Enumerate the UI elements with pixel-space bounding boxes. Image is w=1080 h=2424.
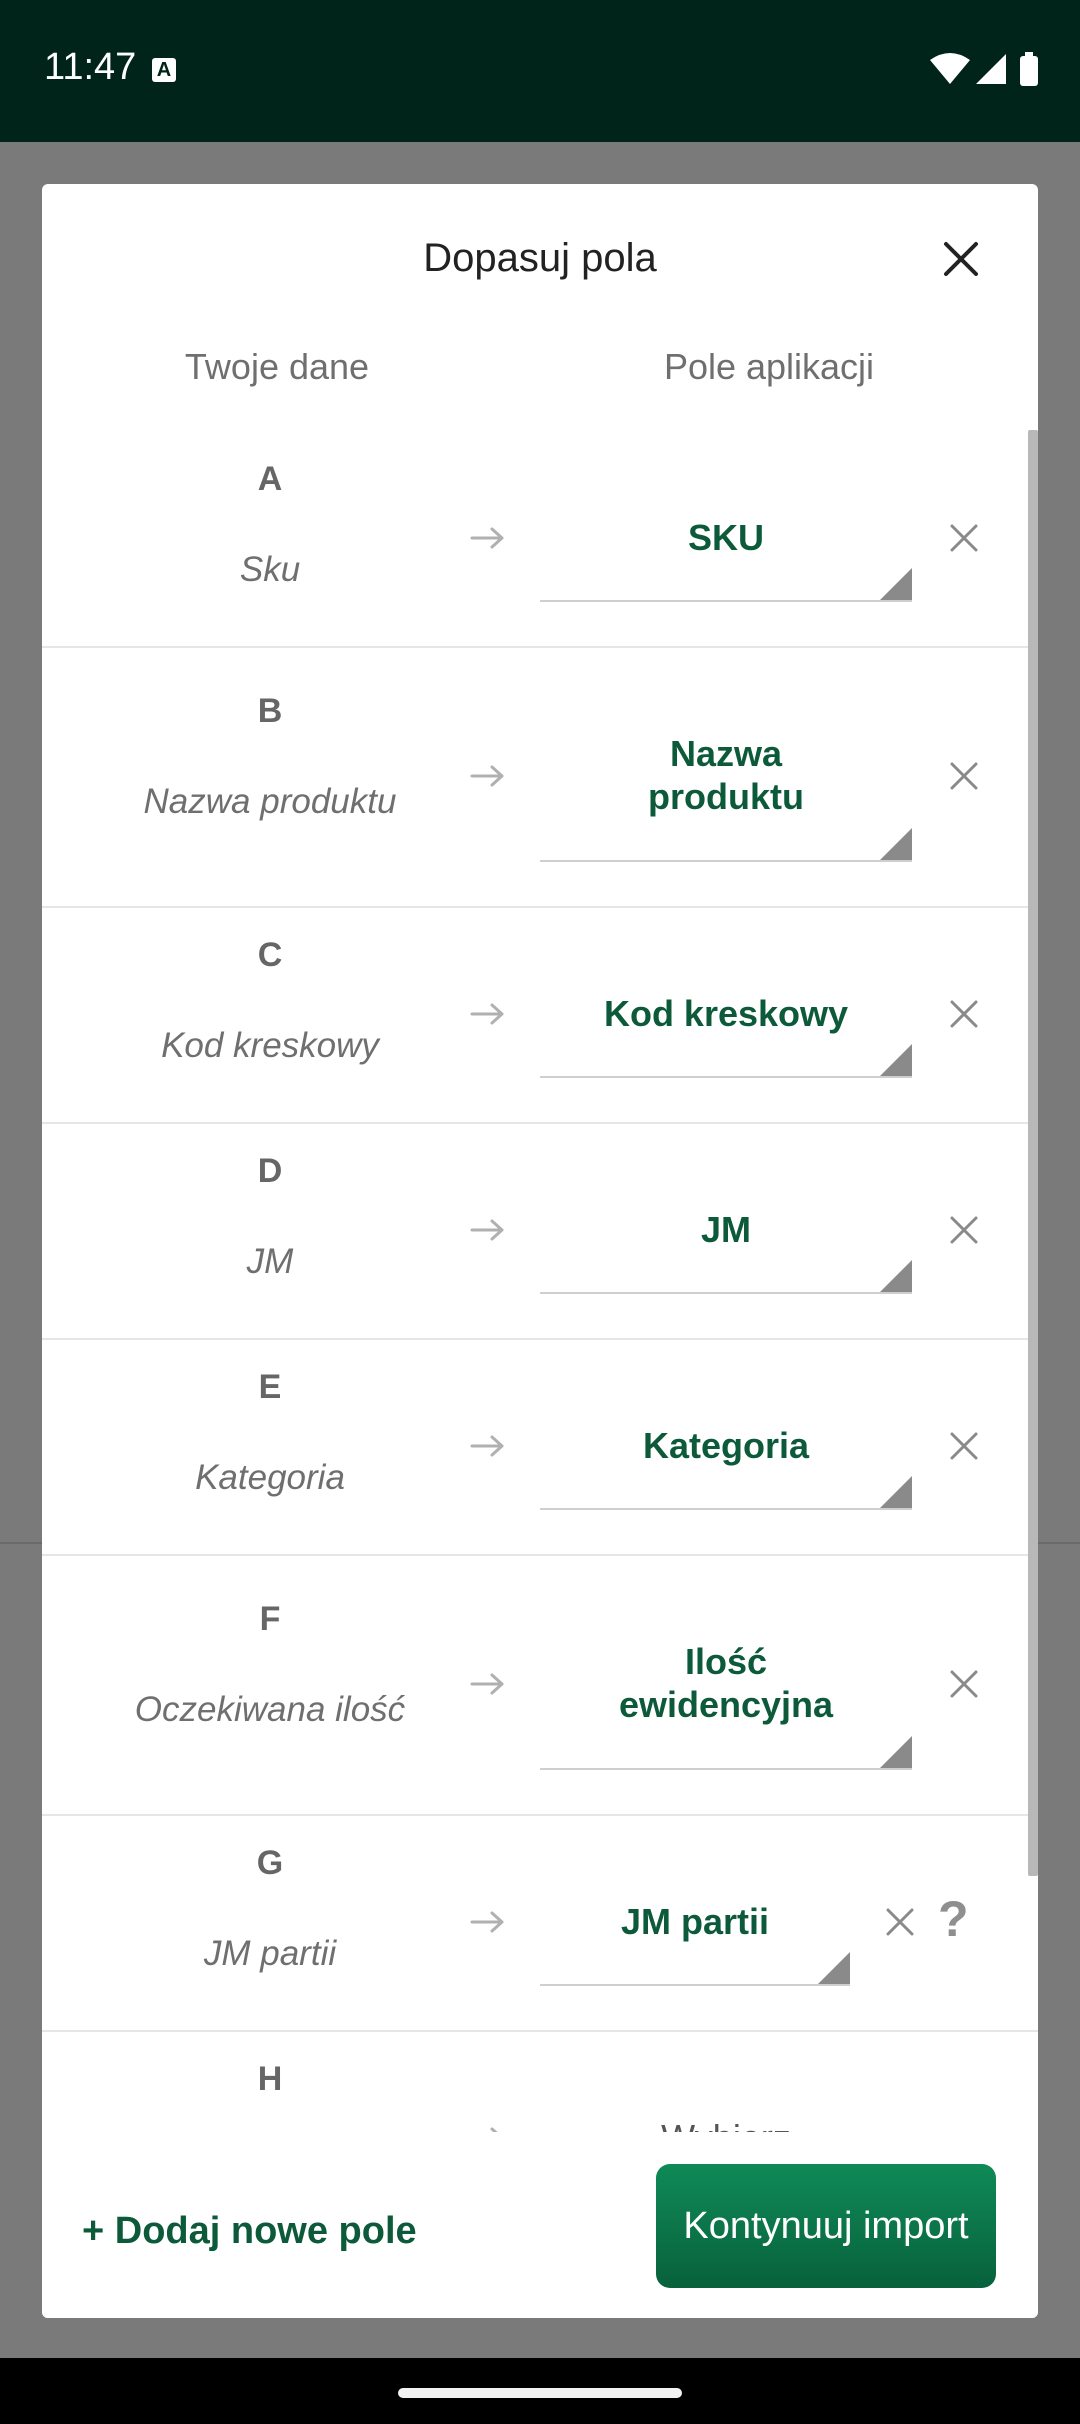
- remove-mapping-icon[interactable]: [944, 994, 984, 1034]
- app-field-value: Ilość: [684, 1641, 768, 1682]
- app-field-select[interactable]: JM partii: [540, 1900, 850, 1943]
- mapping-row: A Sku SKU: [42, 430, 1038, 648]
- source-column-name: Kategoria: [195, 1458, 345, 1497]
- scrollbar[interactable]: [1028, 430, 1038, 1876]
- arrow-right-icon: [470, 765, 504, 787]
- source-column-name: JM: [246, 1242, 294, 1281]
- dropdown-corner-icon: [880, 1260, 912, 1292]
- arrow-right-icon: [470, 1911, 504, 1933]
- column-header-app-field: Pole aplikacji: [663, 346, 875, 387]
- column-letter: B: [257, 692, 283, 730]
- select-underline: [540, 1508, 912, 1510]
- arrow-right-icon: [470, 1003, 504, 1025]
- a-notification-icon: A: [152, 58, 176, 82]
- app-field-value: Kod kreskowy: [603, 993, 849, 1034]
- app-field-value: Nazwa: [669, 733, 783, 774]
- column-letter: A: [257, 460, 283, 498]
- app-field-select[interactable]: Ilość ewidencyjna: [540, 1640, 912, 1726]
- app-field-value: SKU: [687, 517, 764, 558]
- source-column-name: Nazwa produktu: [143, 782, 397, 821]
- dropdown-corner-icon: [880, 828, 912, 860]
- select-underline: [540, 1768, 912, 1770]
- mapping-row: D JM JM: [42, 1122, 1038, 1340]
- add-new-field-button[interactable]: + Dodaj nowe pole: [82, 2210, 417, 2253]
- remove-mapping-icon[interactable]: [944, 756, 984, 796]
- remove-mapping-icon[interactable]: [944, 1210, 984, 1250]
- remove-mapping-icon[interactable]: [880, 1902, 920, 1942]
- dropdown-corner-icon: [880, 1736, 912, 1768]
- status-bar: 11:47 A: [0, 0, 1080, 142]
- app-field-select[interactable]: JM: [540, 1208, 912, 1251]
- column-letter: G: [256, 1844, 284, 1882]
- home-gesture-handle[interactable]: [398, 2388, 682, 2398]
- navigation-bar: [0, 2358, 1080, 2424]
- column-header-your-data: Twoje dane: [184, 346, 370, 387]
- app-field-value: JM partii: [620, 1901, 770, 1942]
- mapping-list[interactable]: A Sku SKU B Nazwa produktu Nazwa produktu C Kod …: [42, 430, 1038, 2316]
- select-underline: [540, 1076, 912, 1078]
- status-time: 11:47: [44, 46, 137, 88]
- app-field-select[interactable]: Kod kreskowy: [540, 992, 912, 1035]
- dialog-title: Dopasuj pola: [423, 236, 657, 280]
- column-letter: F: [259, 1600, 281, 1638]
- select-underline: [540, 600, 912, 602]
- signal-icon: [976, 54, 1006, 84]
- mapping-row: C Kod kreskowy Kod kreskowy: [42, 906, 1038, 1124]
- arrow-right-icon: [470, 1219, 504, 1241]
- app-field-value: JM: [700, 1209, 751, 1250]
- select-underline: [540, 1984, 850, 1986]
- remove-mapping-icon[interactable]: [944, 1426, 984, 1466]
- column-letter: D: [257, 1152, 283, 1190]
- dropdown-corner-icon: [880, 1044, 912, 1076]
- mapping-row: E Kategoria Kategoria: [42, 1338, 1038, 1556]
- remove-mapping-icon[interactable]: [944, 1664, 984, 1704]
- help-icon[interactable]: ?: [938, 1890, 969, 1948]
- field-mapping-dialog: Dopasuj pola Twoje dane Pole aplikacji A…: [42, 184, 1038, 2318]
- app-field-select[interactable]: Nazwa produktu: [540, 732, 912, 818]
- select-underline: [540, 860, 912, 862]
- source-column-name: Oczekiwana ilość: [134, 1690, 406, 1729]
- mapping-row: F Oczekiwana ilość Ilość ewidencyjna: [42, 1554, 1038, 1816]
- dropdown-corner-icon: [818, 1952, 850, 1984]
- bottom-bar: + Dodaj nowe pole Kontynuuj import: [42, 2132, 1038, 2318]
- close-icon[interactable]: [936, 234, 986, 284]
- source-column-name: Sku: [239, 550, 301, 589]
- column-letter: H: [257, 2060, 283, 2098]
- app-field-select[interactable]: Kategoria: [540, 1424, 912, 1467]
- source-column-name: Kod kreskowy: [161, 1026, 379, 1065]
- wifi-icon: [930, 53, 970, 84]
- app-field-value-line2: produktu: [648, 776, 804, 817]
- dropdown-corner-icon: [880, 568, 912, 600]
- mapping-row: B Nazwa produktu Nazwa produktu: [42, 646, 1038, 908]
- app-field-value-line2: ewidencyjna: [618, 1684, 834, 1725]
- column-letter: C: [257, 936, 283, 974]
- source-column-name: JM partii: [203, 1934, 337, 1973]
- arrow-right-icon: [470, 1673, 504, 1695]
- battery-icon: [1020, 56, 1038, 86]
- app-field-select[interactable]: SKU: [540, 516, 912, 559]
- select-underline: [540, 1292, 912, 1294]
- dropdown-corner-icon: [880, 1476, 912, 1508]
- mapping-row: G JM partii JM partii?: [42, 1814, 1038, 2032]
- remove-mapping-icon[interactable]: [944, 518, 984, 558]
- continue-import-button[interactable]: Kontynuuj import: [656, 2164, 996, 2288]
- arrow-right-icon: [470, 527, 504, 549]
- system-icons: [930, 52, 1040, 93]
- arrow-right-icon: [470, 1435, 504, 1457]
- app-field-value: Kategoria: [642, 1425, 810, 1466]
- column-letter: E: [258, 1368, 282, 1406]
